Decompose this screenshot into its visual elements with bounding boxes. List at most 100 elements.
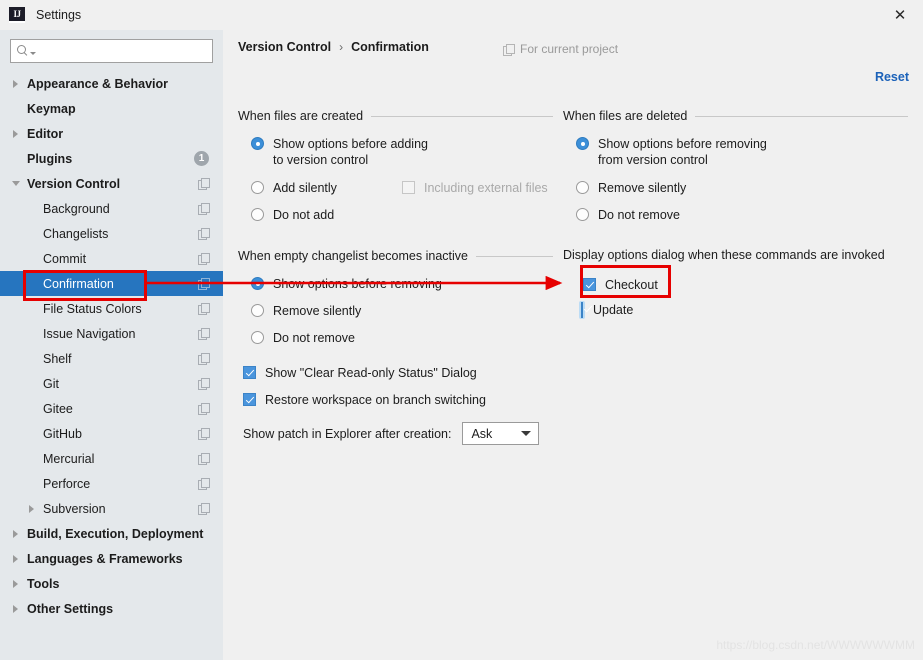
copy-icon <box>198 328 210 340</box>
radio-do-not-remove-changelist[interactable]: Do not remove <box>251 330 355 346</box>
section-title: When empty changelist becomes inactive <box>238 249 468 263</box>
radio-do-not-add[interactable]: Do not add <box>251 207 334 223</box>
checkbox-show-clear-readonly-status-dialog[interactable]: Show "Clear Read-only Status" Dialog <box>243 365 477 381</box>
sidebar-item-editor[interactable]: Editor <box>0 121 223 146</box>
sidebar-item-background[interactable]: Background <box>0 196 223 221</box>
copy-icon <box>198 378 210 390</box>
sidebar-item-plugins[interactable]: Plugins 1 <box>0 146 223 171</box>
title-bar: IJ Settings ✕ <box>0 0 923 30</box>
section-header-display-options: Display options dialog when these comman… <box>563 248 885 262</box>
radio-label: Show options before removing from versio… <box>598 137 767 167</box>
sidebar-item-other-settings[interactable]: Other Settings <box>0 596 223 621</box>
close-icon[interactable]: ✕ <box>877 0 923 30</box>
radio-icon[interactable] <box>251 277 264 290</box>
copy-icon <box>198 178 210 190</box>
radio-remove-silently-files[interactable]: Remove silently <box>576 180 686 196</box>
sidebar-item-label: Commit <box>43 251 87 266</box>
sidebar-item-shelf[interactable]: Shelf <box>0 346 223 371</box>
chevron-right-icon[interactable] <box>11 78 22 89</box>
checkbox-label: Including external files <box>424 181 548 195</box>
sidebar-item-label: Plugins <box>27 151 73 166</box>
settings-main-panel: Version Control › Confirmation For curre… <box>223 30 923 660</box>
copy-icon <box>198 503 210 515</box>
section-header-empty-changelist: When empty changelist becomes inactive <box>238 249 553 263</box>
radio-icon[interactable] <box>576 181 589 194</box>
checkbox-icon[interactable] <box>583 278 596 291</box>
chevron-right-icon[interactable] <box>27 503 38 514</box>
sidebar-item-commit[interactable]: Commit <box>0 246 223 271</box>
radio-icon[interactable] <box>251 331 264 344</box>
breadcrumb-current: Confirmation <box>351 40 429 54</box>
copy-icon <box>198 403 210 415</box>
radio-label: Do not remove <box>273 331 355 345</box>
sidebar-item-version-control[interactable]: Version Control <box>0 171 223 196</box>
checkbox-icon[interactable] <box>243 366 256 379</box>
radio-icon[interactable] <box>251 137 264 150</box>
sidebar-item-label: Background <box>43 201 110 216</box>
radio-show-options-before-removing-vc[interactable]: Show options before removing from versio… <box>576 136 767 168</box>
breadcrumb-parent[interactable]: Version Control <box>238 40 331 54</box>
search-icon <box>17 45 29 57</box>
radio-show-options-before-removing-cl[interactable]: Show options before removing <box>251 276 442 292</box>
breadcrumb-separator: › <box>339 40 344 54</box>
radio-label: Remove silently <box>598 181 687 195</box>
radio-icon[interactable] <box>251 181 264 194</box>
for-current-project-label: For current project <box>520 42 619 56</box>
section-header-files-deleted: When files are deleted <box>563 109 908 123</box>
sidebar-item-issue-navigation[interactable]: Issue Navigation <box>0 321 223 346</box>
sidebar-item-changelists[interactable]: Changelists <box>0 221 223 246</box>
sidebar-item-git[interactable]: Git <box>0 371 223 396</box>
search-container <box>0 30 223 63</box>
sidebar-item-label: Editor <box>27 126 64 141</box>
radio-icon[interactable] <box>576 137 589 150</box>
sidebar-item-github[interactable]: GitHub <box>0 421 223 446</box>
radio-icon[interactable] <box>251 208 264 221</box>
sidebar-item-subversion[interactable]: Subversion <box>0 496 223 521</box>
checkbox-icon[interactable] <box>243 393 256 406</box>
watermark-text: https://blog.csdn.net/WWWWWWMM <box>716 638 915 652</box>
sidebar-item-label: Git <box>43 376 59 391</box>
patch-explorer-select[interactable]: Ask <box>462 422 540 445</box>
sidebar-item-perforce[interactable]: Perforce <box>0 471 223 496</box>
chevron-right-icon[interactable] <box>11 128 22 139</box>
divider <box>475 255 553 257</box>
radio-label: Add silently <box>273 181 337 195</box>
sidebar-item-keymap[interactable]: Keymap <box>0 96 223 121</box>
for-current-project-indicator: For current project <box>503 42 618 56</box>
sidebar-item-gitee[interactable]: Gitee <box>0 396 223 421</box>
radio-show-options-before-adding[interactable]: Show options before adding to version co… <box>251 136 428 168</box>
radio-remove-silently-changelist[interactable]: Remove silently <box>251 303 361 319</box>
chevron-right-icon[interactable] <box>11 528 22 539</box>
sidebar-item-confirmation[interactable]: Confirmation <box>0 271 223 296</box>
reset-button[interactable]: Reset <box>875 70 909 84</box>
sidebar-item-tools[interactable]: Tools <box>0 571 223 596</box>
section-title: Display options dialog when these comman… <box>563 248 885 262</box>
checkbox-update[interactable]: Update <box>579 301 633 319</box>
sidebar-item-label: Perforce <box>43 476 91 491</box>
checkbox-restore-workspace-on-branch-switching[interactable]: Restore workspace on branch switching <box>243 392 486 408</box>
sidebar-item-appearance-behavior[interactable]: Appearance & Behavior <box>0 71 223 96</box>
checkbox-checkout[interactable]: Checkout <box>583 277 658 293</box>
radio-do-not-remove-files[interactable]: Do not remove <box>576 207 680 223</box>
sidebar-item-mercurial[interactable]: Mercurial <box>0 446 223 471</box>
chevron-right-icon[interactable] <box>11 603 22 614</box>
radio-icon[interactable] <box>576 208 589 221</box>
sidebar-item-file-status-colors[interactable]: File Status Colors <box>0 296 223 321</box>
sidebar-item-build-execution-deployment[interactable]: Build, Execution, Deployment <box>0 521 223 546</box>
chevron-right-icon[interactable] <box>11 578 22 589</box>
chevron-right-icon[interactable] <box>11 553 22 564</box>
checkbox-including-external-files: Including external files <box>402 180 548 196</box>
checkbox-icon[interactable] <box>581 302 583 318</box>
radio-add-silently[interactable]: Add silently <box>251 180 337 196</box>
chevron-down-icon[interactable] <box>11 178 22 189</box>
sidebar-item-languages-frameworks[interactable]: Languages & Frameworks <box>0 546 223 571</box>
sidebar-item-label: Build, Execution, Deployment <box>27 526 204 541</box>
search-box[interactable] <box>10 39 213 63</box>
radio-icon[interactable] <box>251 304 264 317</box>
search-input[interactable] <box>39 41 212 61</box>
sidebar-item-label: Issue Navigation <box>43 326 136 341</box>
